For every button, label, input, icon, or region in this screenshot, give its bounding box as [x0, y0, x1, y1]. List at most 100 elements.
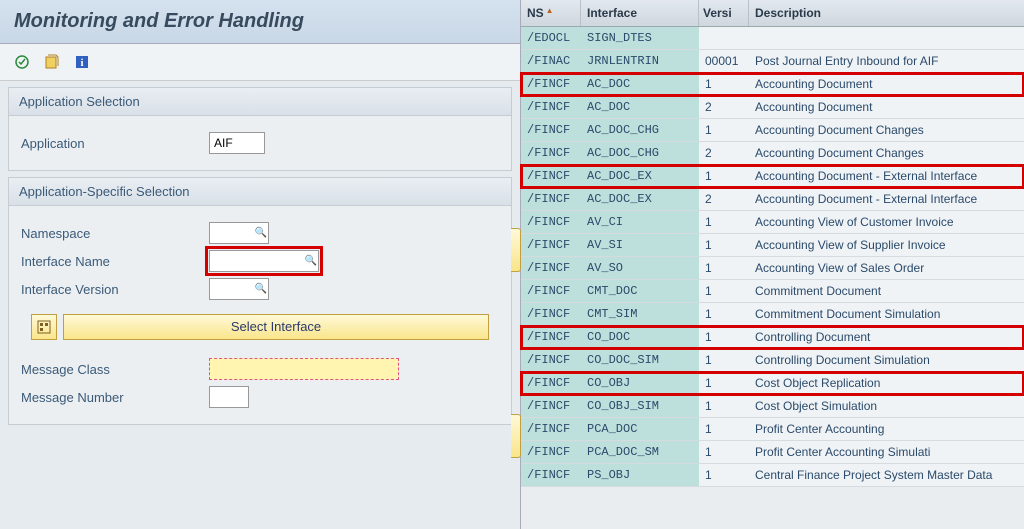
select-interface-button[interactable]: Select Interface: [63, 314, 489, 340]
cell-description: Accounting Document Changes: [749, 142, 1024, 164]
info-icon[interactable]: i: [72, 52, 92, 72]
cell-interface: PCA_DOC: [581, 418, 699, 440]
cell-version: 1: [699, 326, 749, 348]
table-row[interactable]: /FINCFAV_CI1Accounting View of Customer …: [521, 211, 1024, 234]
page-title: Monitoring and Error Handling: [14, 10, 506, 33]
grid-header-row: NS▲ Interface Versi Description: [521, 0, 1024, 27]
cell-version: 1: [699, 418, 749, 440]
col-header-version[interactable]: Versi: [699, 0, 749, 26]
cell-interface: PCA_DOC_SM: [581, 441, 699, 463]
multi-select-tab[interactable]: [511, 414, 521, 458]
cell-description: Central Finance Project System Master Da…: [749, 464, 1024, 486]
search-help-icon[interactable]: 🔍: [305, 256, 317, 267]
cell-ns: /FINCF: [521, 395, 581, 417]
search-help-icon[interactable]: 🔍: [255, 228, 267, 239]
toolbar: i: [0, 44, 520, 81]
cell-ns: /FINCF: [521, 165, 581, 187]
cell-version: 1: [699, 73, 749, 95]
namespace-label: Namespace: [21, 226, 201, 241]
application-specific-panel: Application-Specific Selection Namespace…: [8, 177, 512, 425]
table-row[interactable]: /FINCFCO_DOC1Controlling Document: [521, 326, 1024, 349]
cell-version: 2: [699, 142, 749, 164]
cell-interface: CMT_DOC: [581, 280, 699, 302]
cell-ns: /FINCF: [521, 349, 581, 371]
cell-description: Profit Center Accounting Simulati: [749, 441, 1024, 463]
cell-ns: /FINCF: [521, 73, 581, 95]
table-row[interactable]: /FINCFCMT_SIM1Commitment Document Simula…: [521, 303, 1024, 326]
cell-interface: AC_DOC: [581, 96, 699, 118]
table-row[interactable]: /FINCFCO_DOC_SIM1Controlling Document Si…: [521, 349, 1024, 372]
select-interface-icon-button[interactable]: [31, 314, 57, 340]
cell-version: 1: [699, 464, 749, 486]
cell-description: Commitment Document: [749, 280, 1024, 302]
table-row[interactable]: /FINCFAC_DOC1Accounting Document: [521, 73, 1024, 96]
col-header-description[interactable]: Description: [749, 0, 1024, 26]
cell-ns: /FINAC: [521, 50, 581, 72]
cell-description: Accounting Document - External Interface: [749, 188, 1024, 210]
cell-ns: /FINCF: [521, 418, 581, 440]
cell-interface: AC_DOC_CHG: [581, 142, 699, 164]
cell-ns: /EDOCL: [521, 27, 581, 49]
application-selection-panel: Application Selection Application: [8, 87, 512, 171]
message-class-label: Message Class: [21, 362, 201, 377]
table-row[interactable]: /FINCFAC_DOC2Accounting Document: [521, 96, 1024, 119]
table-row[interactable]: /FINCFPCA_DOC_SM1Profit Center Accountin…: [521, 441, 1024, 464]
table-row[interactable]: /FINCFCO_OBJ_SIM1Cost Object Simulation: [521, 395, 1024, 418]
cell-ns: /FINCF: [521, 303, 581, 325]
cell-description: Accounting View of Customer Invoice: [749, 211, 1024, 233]
panel-header: Application-Specific Selection: [9, 178, 511, 206]
variant-icon[interactable]: [42, 52, 62, 72]
cell-description: Profit Center Accounting: [749, 418, 1024, 440]
cell-version: 1: [699, 303, 749, 325]
execute-icon[interactable]: [12, 52, 32, 72]
table-row[interactable]: /EDOCLSIGN_DTES: [521, 27, 1024, 50]
cell-description: Accounting View of Supplier Invoice: [749, 234, 1024, 256]
message-number-field[interactable]: [209, 386, 249, 408]
table-row[interactable]: /FINCFAC_DOC_EX2Accounting Document - Ex…: [521, 188, 1024, 211]
cell-version: 1: [699, 372, 749, 394]
cell-version: 1: [699, 119, 749, 141]
col-header-interface[interactable]: Interface: [581, 0, 699, 26]
multi-select-tab[interactable]: [511, 228, 521, 272]
table-row[interactable]: /FINCFCO_OBJ1Cost Object Replication: [521, 372, 1024, 395]
table-row[interactable]: /FINCFAC_DOC_CHG1Accounting Document Cha…: [521, 119, 1024, 142]
table-row[interactable]: /FINCFAV_SI1Accounting View of Supplier …: [521, 234, 1024, 257]
cell-interface: CO_OBJ: [581, 372, 699, 394]
table-row[interactable]: /FINCFAC_DOC_EX1Accounting Document - Ex…: [521, 165, 1024, 188]
cell-description: Accounting Document: [749, 96, 1024, 118]
cell-interface: AC_DOC_CHG: [581, 119, 699, 141]
message-class-field[interactable]: [209, 358, 399, 380]
sort-asc-icon: ▲: [546, 6, 554, 15]
cell-version: 00001: [699, 50, 749, 72]
interface-version-label: Interface Version: [21, 282, 201, 297]
cell-ns: /FINCF: [521, 142, 581, 164]
cell-description: Cost Object Simulation: [749, 395, 1024, 417]
cell-version: 1: [699, 165, 749, 187]
application-field[interactable]: [209, 132, 265, 154]
panel-header: Application Selection: [9, 88, 511, 116]
table-row[interactable]: /FINCFAC_DOC_CHG2Accounting Document Cha…: [521, 142, 1024, 165]
cell-interface: PS_OBJ: [581, 464, 699, 486]
search-help-icon[interactable]: 🔍: [255, 284, 267, 295]
cell-ns: /FINCF: [521, 188, 581, 210]
cell-ns: /FINCF: [521, 280, 581, 302]
interface-name-wrap: 🔍: [209, 250, 319, 272]
table-row[interactable]: /FINCFPS_OBJ1Central Finance Project Sys…: [521, 464, 1024, 487]
table-row[interactable]: /FINCFPCA_DOC1Profit Center Accounting: [521, 418, 1024, 441]
interface-name-field[interactable]: [209, 250, 319, 272]
cell-version: 1: [699, 280, 749, 302]
table-row[interactable]: /FINCFCMT_DOC1Commitment Document: [521, 280, 1024, 303]
cell-interface: AC_DOC_EX: [581, 188, 699, 210]
cell-version: 1: [699, 234, 749, 256]
cell-description: Cost Object Replication: [749, 372, 1024, 394]
col-header-ns[interactable]: NS▲: [521, 0, 581, 26]
cell-ns: /FINCF: [521, 96, 581, 118]
cell-description: Accounting View of Sales Order: [749, 257, 1024, 279]
cell-version: [699, 27, 749, 49]
cell-interface: AV_SO: [581, 257, 699, 279]
cell-version: 2: [699, 188, 749, 210]
cell-interface: CO_DOC: [581, 326, 699, 348]
table-row[interactable]: /FINCFAV_SO1Accounting View of Sales Ord…: [521, 257, 1024, 280]
table-row[interactable]: /FINACJRNLENTRIN00001Post Journal Entry …: [521, 50, 1024, 73]
cell-ns: /FINCF: [521, 441, 581, 463]
